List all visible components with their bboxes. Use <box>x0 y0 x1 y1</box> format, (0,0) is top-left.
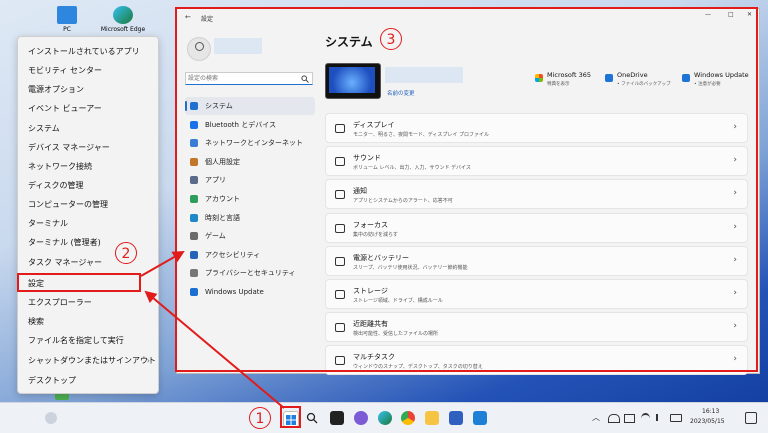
arrow-settings-to-window <box>140 251 185 277</box>
annotation-arrows <box>140 251 285 409</box>
arrow-start-to-settings <box>144 290 285 409</box>
